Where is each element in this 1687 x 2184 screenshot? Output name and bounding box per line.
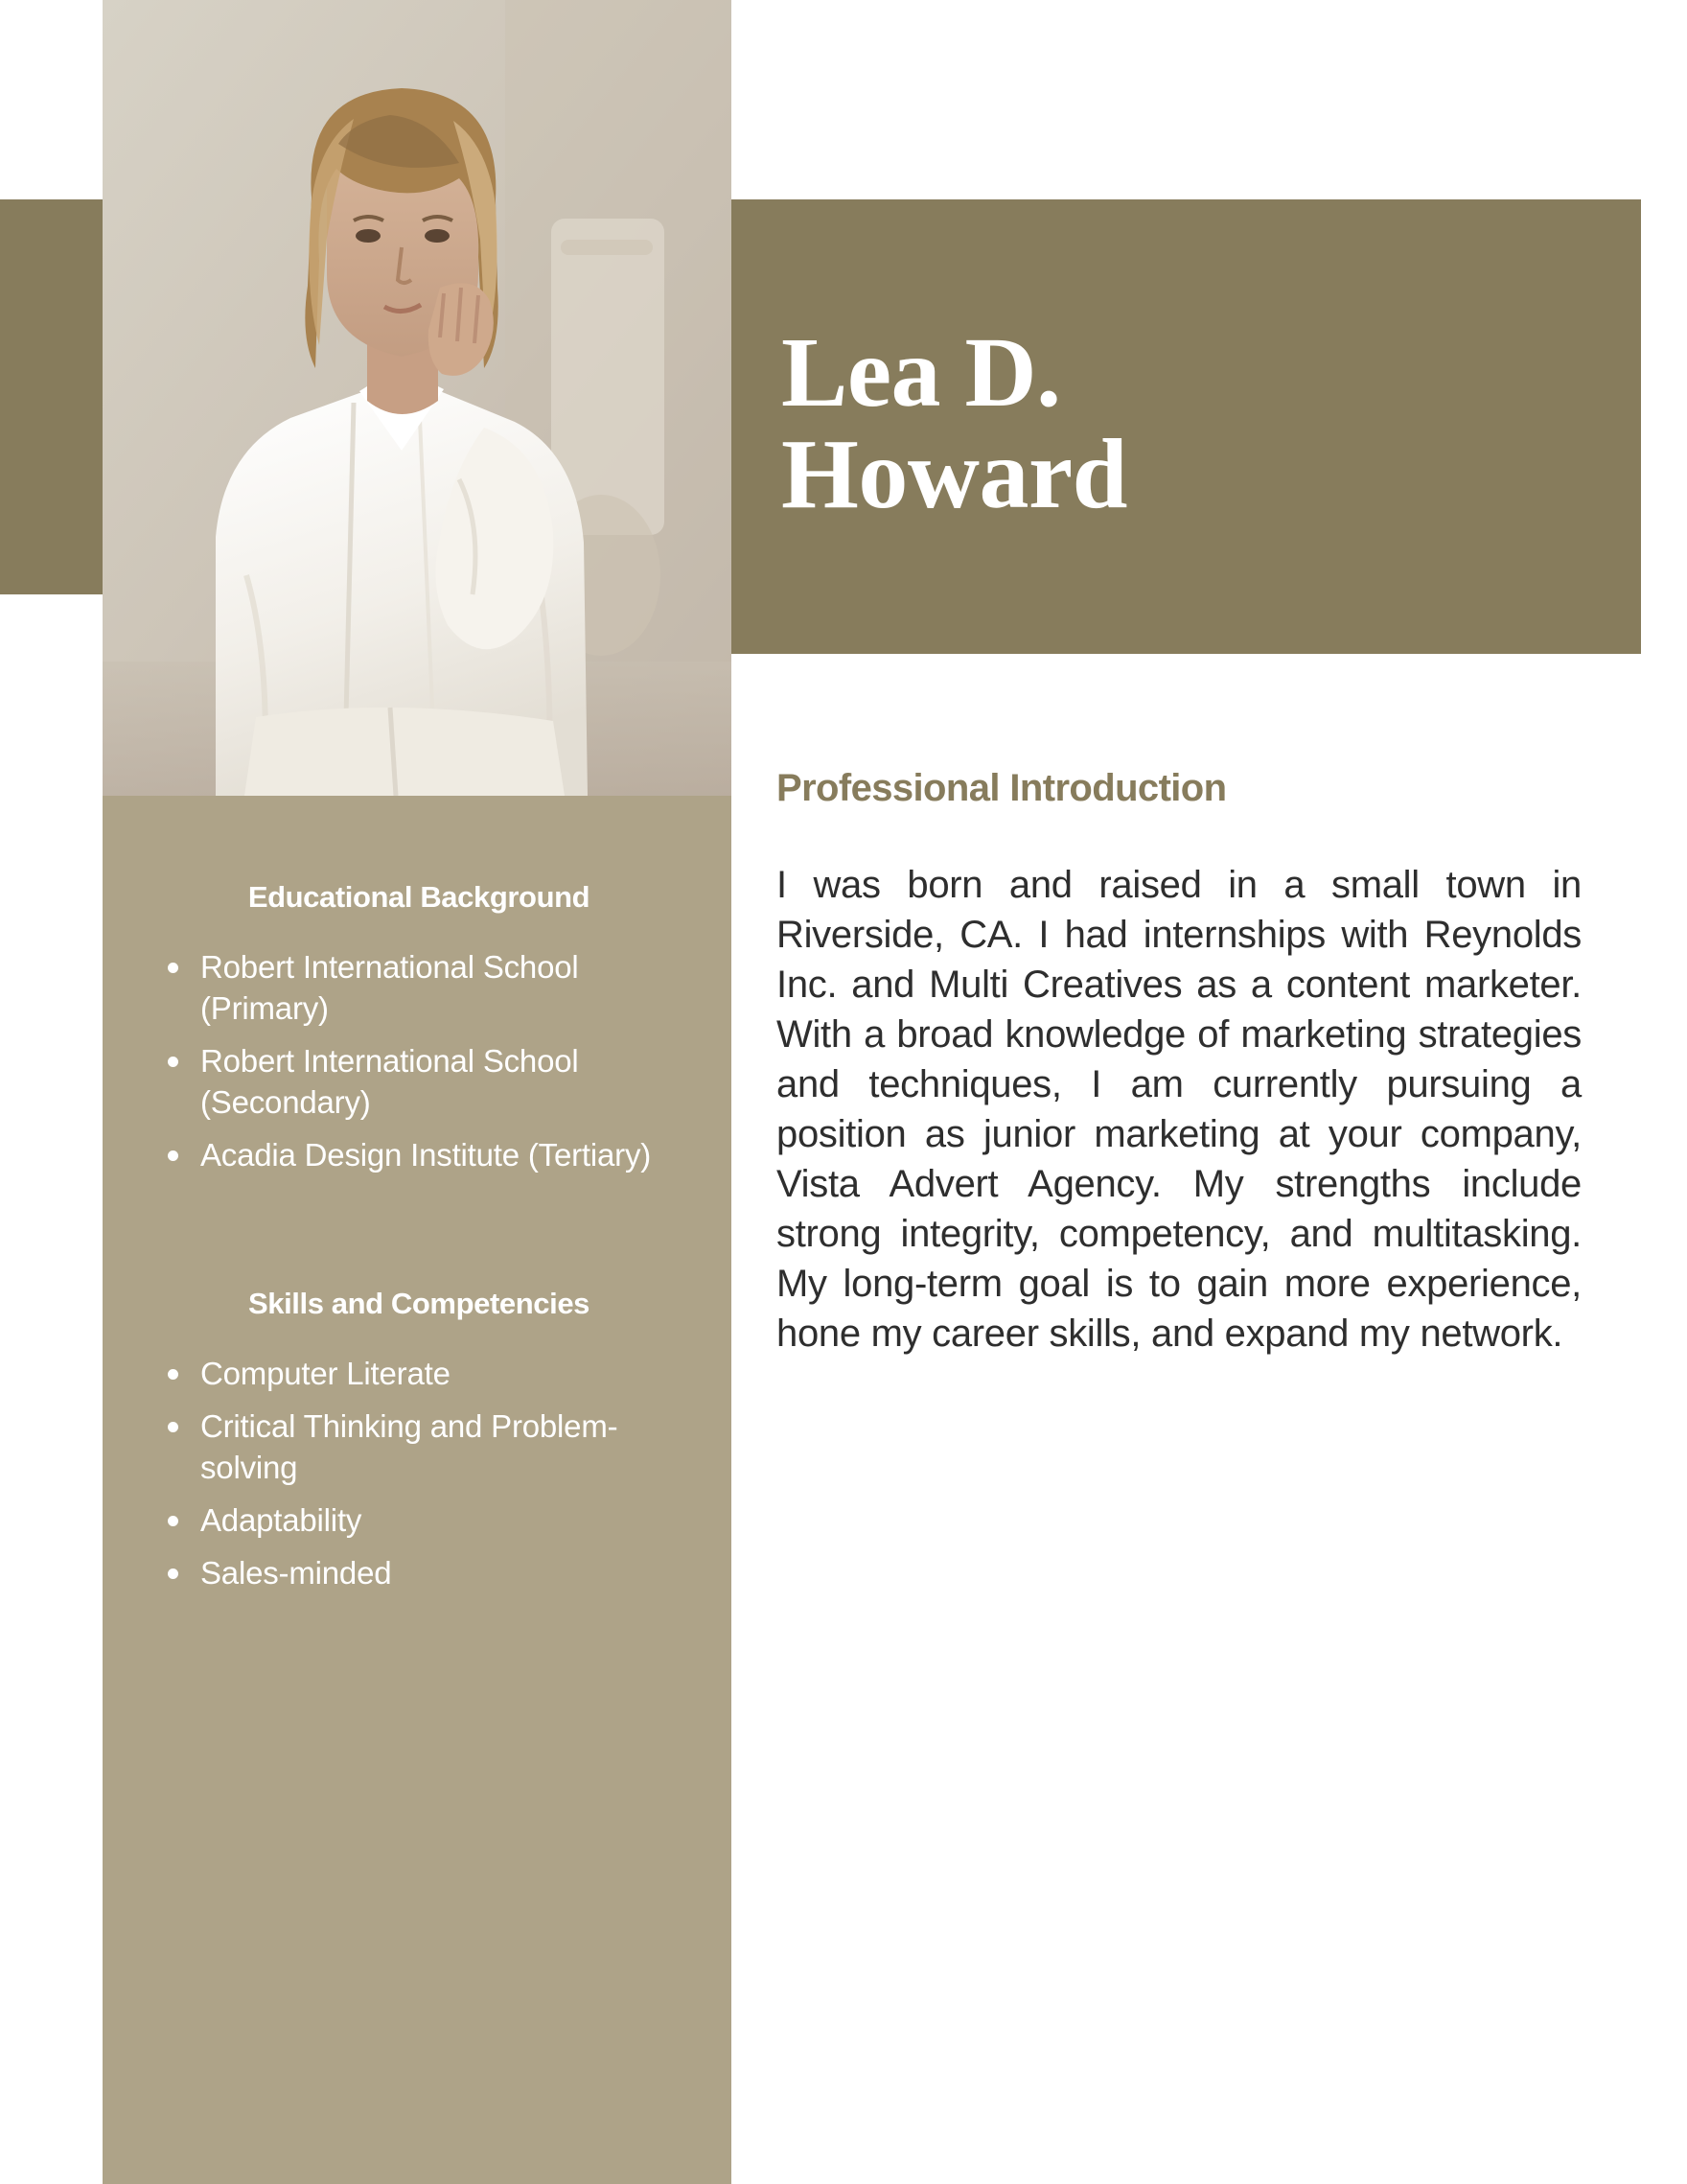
skills-heading: Skills and Competencies <box>247 1287 590 1321</box>
skill-item-label: Sales-minded <box>200 1555 392 1592</box>
bullet-icon <box>168 963 178 973</box>
professional-introduction-heading: Professional Introduction <box>776 767 1227 809</box>
bullet-icon <box>168 1568 178 1580</box>
skill-item-label: Computer Literate <box>200 1356 451 1392</box>
list-item: Sales-minded <box>156 1553 682 1594</box>
list-item: Computer Literate <box>156 1354 682 1395</box>
education-item-label: Robert International School (Primary) <box>200 949 579 1026</box>
bullet-icon <box>168 1516 178 1527</box>
bullet-icon <box>168 1422 178 1433</box>
name-line-1: Lea D. <box>781 316 1061 428</box>
education-list: Robert International School (Primary) Ro… <box>156 947 682 1175</box>
skill-item-label: Adaptability <box>200 1502 362 1539</box>
resume-page: Lea D. Howard Educational Background Rob… <box>0 0 1687 2184</box>
list-item: Critical Thinking and Problem-solving <box>156 1406 682 1489</box>
left-accent-bar <box>0 199 103 594</box>
professional-introduction-body: I was born and raised in a small town in… <box>776 864 1582 1355</box>
profile-photo <box>103 0 731 796</box>
bullet-icon <box>168 1056 178 1067</box>
name-header-band: Lea D. Howard <box>731 199 1641 654</box>
bullet-icon <box>168 1369 178 1381</box>
education-item-label: Robert International School (Secondary) <box>200 1042 579 1120</box>
list-item: Acadia Design Institute (Tertiary) <box>156 1135 682 1176</box>
bullet-icon <box>168 1150 178 1161</box>
list-item: Adaptability <box>156 1500 682 1542</box>
education-heading: Educational Background <box>247 880 590 914</box>
skill-item-label: Critical Thinking and Problem-solving <box>200 1408 618 1486</box>
list-item: Robert International School (Secondary) <box>156 1041 682 1124</box>
name-line-2: Howard <box>781 419 1128 529</box>
sidebar: Educational Background Robert Internatio… <box>103 796 731 2184</box>
main-column: Professional Introduction I was born and… <box>776 767 1582 1359</box>
list-item: Robert International School (Primary) <box>156 947 682 1030</box>
page-title: Lea D. Howard <box>731 316 1128 531</box>
education-item-label: Acadia Design Institute (Tertiary) <box>200 1136 652 1173</box>
skills-list: Computer Literate Critical Thinking and … <box>156 1354 682 1593</box>
